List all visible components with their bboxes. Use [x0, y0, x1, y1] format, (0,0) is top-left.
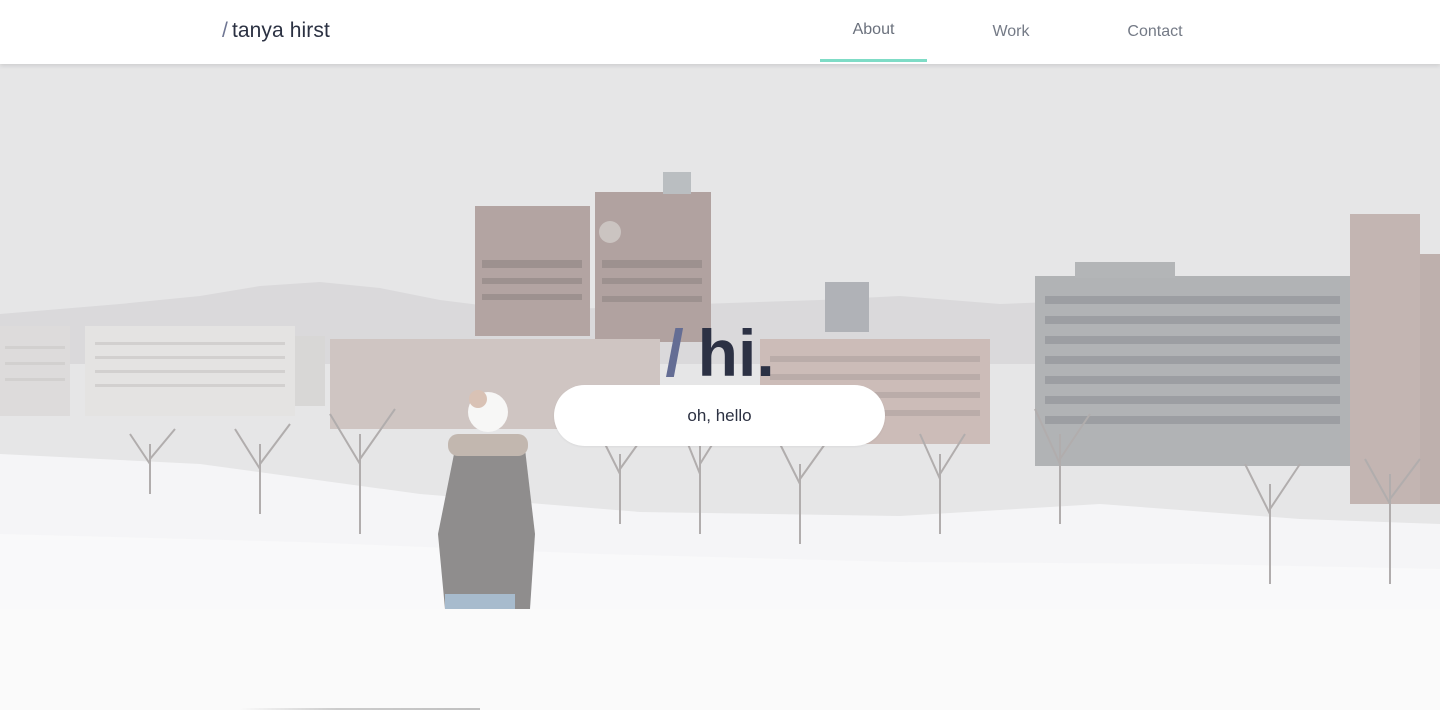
nav-link-contact[interactable]: Contact [1108, 0, 1202, 64]
site-brand[interactable]: / tanya hirst [222, 19, 330, 43]
nav-link-work[interactable]: Work [968, 0, 1054, 64]
navbar: / tanya hirst About Work Contact [0, 0, 1440, 64]
hero-heading: / hi. [0, 313, 1440, 393]
brand-slash: / [222, 19, 228, 42]
hero-heading-slash: / [665, 316, 684, 391]
oh-hello-button[interactable]: oh, hello [554, 385, 885, 446]
brand-name: tanya hirst [231, 19, 330, 42]
nav-link-about[interactable]: About [820, 0, 927, 62]
hero-heading-text: hi. [697, 316, 775, 391]
page: / tanya hirst About Work Contact / hi. o… [0, 0, 1440, 710]
hero-section: / hi. oh, hello [0, 64, 1440, 609]
content-section [0, 609, 1440, 710]
